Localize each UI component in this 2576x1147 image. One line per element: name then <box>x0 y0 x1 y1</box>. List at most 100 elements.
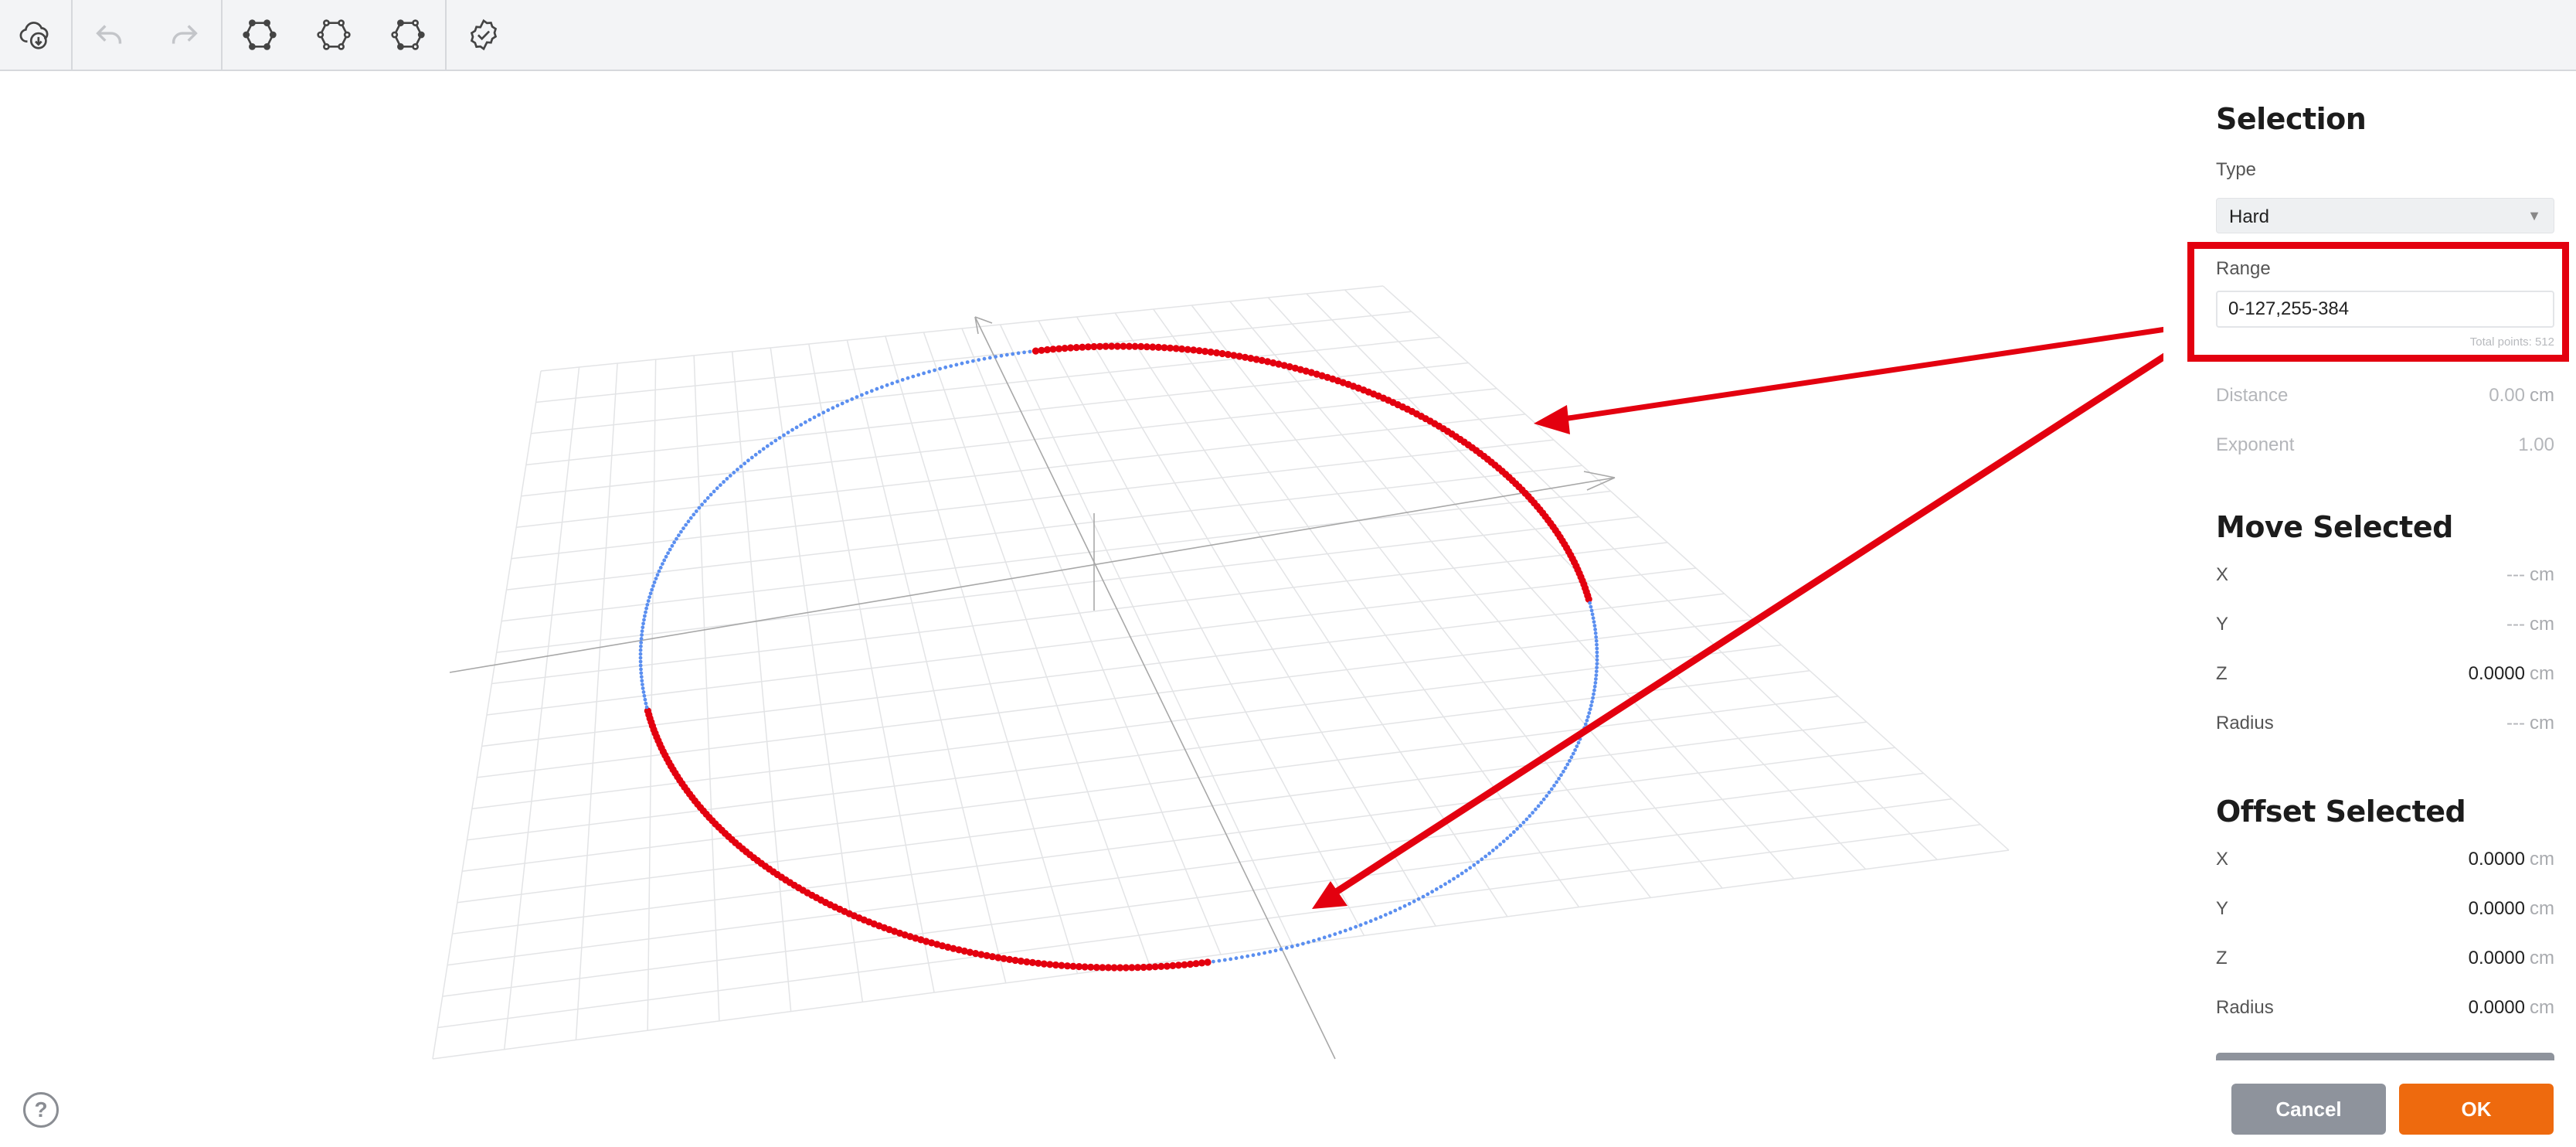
unselected-point[interactable] <box>709 492 713 497</box>
unselected-point[interactable] <box>773 438 778 443</box>
unselected-point[interactable] <box>638 652 643 656</box>
unselected-point[interactable] <box>1568 759 1572 763</box>
unselected-point[interactable] <box>641 621 645 626</box>
unselected-point[interactable] <box>1563 766 1568 771</box>
unselected-point[interactable] <box>646 599 651 603</box>
unselected-point[interactable] <box>732 471 736 475</box>
unselected-point[interactable] <box>684 522 688 527</box>
unselected-point[interactable] <box>790 427 794 432</box>
unselected-point[interactable] <box>1508 833 1513 837</box>
move-radius-value[interactable]: --- cm <box>2506 713 2554 734</box>
unselected-point[interactable] <box>916 373 921 377</box>
unselected-point[interactable] <box>666 551 670 555</box>
unselected-point[interactable] <box>639 667 643 672</box>
unselected-point[interactable] <box>694 509 698 513</box>
unselected-point[interactable] <box>943 365 948 369</box>
offset-y-value[interactable]: 0.0000 cm <box>2469 898 2554 920</box>
unselected-point[interactable] <box>1583 722 1588 727</box>
unselected-point[interactable] <box>664 554 668 559</box>
unselected-point[interactable] <box>1468 866 1473 870</box>
unselected-point[interactable] <box>1592 688 1596 693</box>
unselected-point[interactable] <box>1368 919 1373 924</box>
unselected-point[interactable] <box>670 543 675 548</box>
unselected-point[interactable] <box>749 455 754 460</box>
unselected-point[interactable] <box>890 381 895 386</box>
viewport-canvas[interactable] <box>0 71 2163 1147</box>
unselected-point[interactable] <box>1222 958 1227 962</box>
unselected-point[interactable] <box>1593 681 1598 685</box>
unselected-point[interactable] <box>1594 635 1599 639</box>
unselected-point[interactable] <box>1549 787 1554 791</box>
unselected-point[interactable] <box>1539 801 1544 805</box>
unselected-point[interactable] <box>736 468 739 471</box>
unselected-point[interactable] <box>761 447 766 451</box>
unselected-point[interactable] <box>1565 762 1570 767</box>
unselected-point[interactable] <box>1592 620 1596 624</box>
unselected-point[interactable] <box>1456 874 1460 878</box>
unselected-point[interactable] <box>954 362 959 367</box>
cloud-download-button[interactable] <box>0 0 71 70</box>
unselected-point[interactable] <box>1234 956 1239 961</box>
undo-button[interactable] <box>74 0 145 70</box>
unselected-point[interactable] <box>1398 906 1402 910</box>
unselected-point[interactable] <box>1348 927 1353 931</box>
unselected-point[interactable] <box>1364 921 1368 925</box>
unselected-point[interactable] <box>1594 669 1599 673</box>
unselected-point[interactable] <box>1388 910 1392 915</box>
3d-viewport[interactable] <box>0 71 2163 1147</box>
unselected-point[interactable] <box>719 483 722 487</box>
unselected-point[interactable] <box>1439 884 1443 889</box>
unselected-point[interactable] <box>835 403 840 408</box>
unselected-point[interactable] <box>644 610 647 614</box>
unselected-point[interactable] <box>1559 773 1563 778</box>
unselected-point[interactable] <box>1402 904 1407 908</box>
unselected-point[interactable] <box>715 486 719 491</box>
unselected-point[interactable] <box>1595 662 1599 666</box>
unselected-point[interactable] <box>821 410 826 415</box>
unselected-point[interactable] <box>1322 935 1327 940</box>
unselected-point[interactable] <box>865 390 869 395</box>
unselected-point[interactable] <box>640 679 644 683</box>
unselected-point[interactable] <box>662 558 667 563</box>
unselected-point[interactable] <box>640 629 644 633</box>
offset-radius-value[interactable]: 0.0000 cm <box>2469 997 2554 1019</box>
unselected-point[interactable] <box>927 369 931 374</box>
unselected-point[interactable] <box>1296 943 1300 948</box>
unselected-point[interactable] <box>1592 624 1597 628</box>
unselected-point[interactable] <box>911 374 916 379</box>
unselected-point[interactable] <box>922 371 926 376</box>
unselected-point[interactable] <box>875 386 879 391</box>
unselected-point[interactable] <box>1576 740 1581 745</box>
distance-value[interactable]: 0.00 cm <box>2489 385 2554 407</box>
unselected-point[interactable] <box>725 477 729 481</box>
move-x-value[interactable]: --- cm <box>2506 564 2554 586</box>
unselected-point[interactable] <box>1483 854 1488 859</box>
unselected-point[interactable] <box>641 690 646 694</box>
unselected-point[interactable] <box>1374 917 1378 921</box>
unselected-point[interactable] <box>1515 827 1519 831</box>
unselected-point[interactable] <box>703 499 707 503</box>
unselected-point[interactable] <box>1573 748 1577 752</box>
unselected-point[interactable] <box>1588 707 1592 711</box>
unselected-point[interactable] <box>777 436 782 440</box>
unselected-point[interactable] <box>1416 897 1421 901</box>
invert-selection-button[interactable] <box>372 0 443 70</box>
unselected-point[interactable] <box>1407 901 1412 906</box>
unselected-point[interactable] <box>1434 887 1439 891</box>
redo-button[interactable] <box>148 0 219 70</box>
unselected-point[interactable] <box>1490 848 1495 853</box>
unselected-point[interactable] <box>641 625 645 630</box>
unselected-point[interactable] <box>1587 711 1592 715</box>
unselected-point[interactable] <box>885 383 889 387</box>
unselected-point[interactable] <box>1447 880 1452 883</box>
unselected-point[interactable] <box>1487 851 1491 856</box>
unselected-point[interactable] <box>1593 631 1598 635</box>
unselected-point[interactable] <box>639 671 644 676</box>
unselected-point[interactable] <box>1591 616 1596 621</box>
unselected-point[interactable] <box>1452 876 1456 881</box>
offset-x-value[interactable]: 0.0000 cm <box>2469 849 2554 870</box>
unselected-point[interactable] <box>1338 930 1342 934</box>
unselected-point[interactable] <box>1301 941 1305 946</box>
unselected-point[interactable] <box>645 603 650 607</box>
unselected-point[interactable] <box>812 415 817 420</box>
